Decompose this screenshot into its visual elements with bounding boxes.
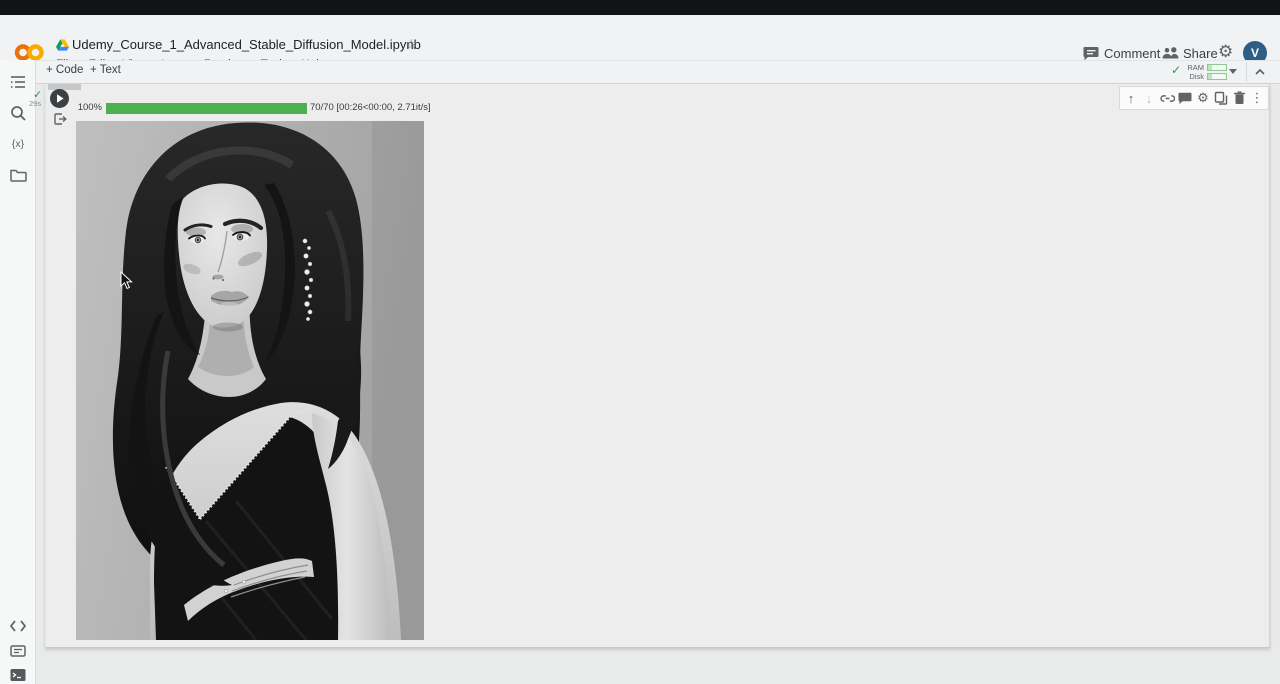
share-button[interactable]: Share [1183,46,1218,61]
notebook-title[interactable]: Udemy_Course_1_Advanced_Stable_Diffusion… [72,37,421,52]
progress-percent: 100% [74,102,102,113]
left-sidebar [0,60,36,684]
window-top-bar [0,0,1280,15]
play-icon [50,89,69,108]
runtime-connected-check-icon[interactable]: ✓ [1171,63,1181,77]
disk-label[interactable]: Disk [1184,72,1204,81]
terminal-icon[interactable] [9,666,27,684]
comment-button[interactable]: Comment [1104,46,1160,61]
disk-usage-meter[interactable] [1207,73,1227,80]
comment-icon[interactable] [1083,46,1099,61]
toolbar-divider [1246,62,1247,82]
settings-gear-icon[interactable]: ⚙ [1218,42,1233,62]
copy-link-icon[interactable] [1158,88,1176,108]
mouse-cursor [120,271,133,290]
command-palette-icon[interactable] [9,642,27,660]
add-code-button[interactable]: + Code [46,64,83,76]
delete-cell-icon[interactable] [1230,88,1248,108]
notebook-header: Udemy_Course_1_Advanced_Stable_Diffusion… [0,15,1280,60]
resources-dropdown-caret-icon[interactable] [1229,69,1237,74]
ram-label[interactable]: RAM [1184,63,1204,72]
progress-bar-fill [106,103,307,114]
more-actions-icon[interactable]: ⋮ [1248,88,1266,108]
drive-file-icon [56,39,69,51]
cell-execution-time: 29s [29,99,41,108]
variables-icon[interactable]: {x} [9,135,27,153]
files-folder-icon[interactable] [9,166,27,184]
output-image-portrait [76,121,424,640]
ram-usage-meter[interactable] [1207,64,1227,71]
collapse-header-chevron-icon[interactable] [1253,65,1267,79]
progress-bar [106,103,307,114]
cell-output-icon[interactable] [53,112,67,126]
cell-toolbar: ↑ ↓ ⚙ ⋮ [1119,86,1269,110]
mirror-cell-icon[interactable] [1212,88,1230,108]
editor-settings-icon[interactable]: ⚙ [1194,88,1212,108]
move-cell-down-icon[interactable]: ↓ [1140,88,1158,108]
add-comment-icon[interactable] [1176,88,1194,108]
share-icon[interactable] [1162,47,1179,60]
progress-status-text: 70/70 [00:26<00:00, 2.71it/s] [310,102,431,113]
notebook-toolbar [36,60,1280,84]
colab-app: Udemy_Course_1_Advanced_Stable_Diffusion… [0,0,1280,684]
code-snippets-icon[interactable] [9,617,27,635]
star-icon[interactable]: ☆ [405,36,418,53]
add-text-button[interactable]: + Text [90,64,121,76]
run-cell-button[interactable] [50,89,69,108]
search-icon[interactable] [9,104,27,122]
move-cell-up-icon[interactable]: ↑ [1122,88,1140,108]
table-of-contents-icon[interactable] [9,73,27,91]
